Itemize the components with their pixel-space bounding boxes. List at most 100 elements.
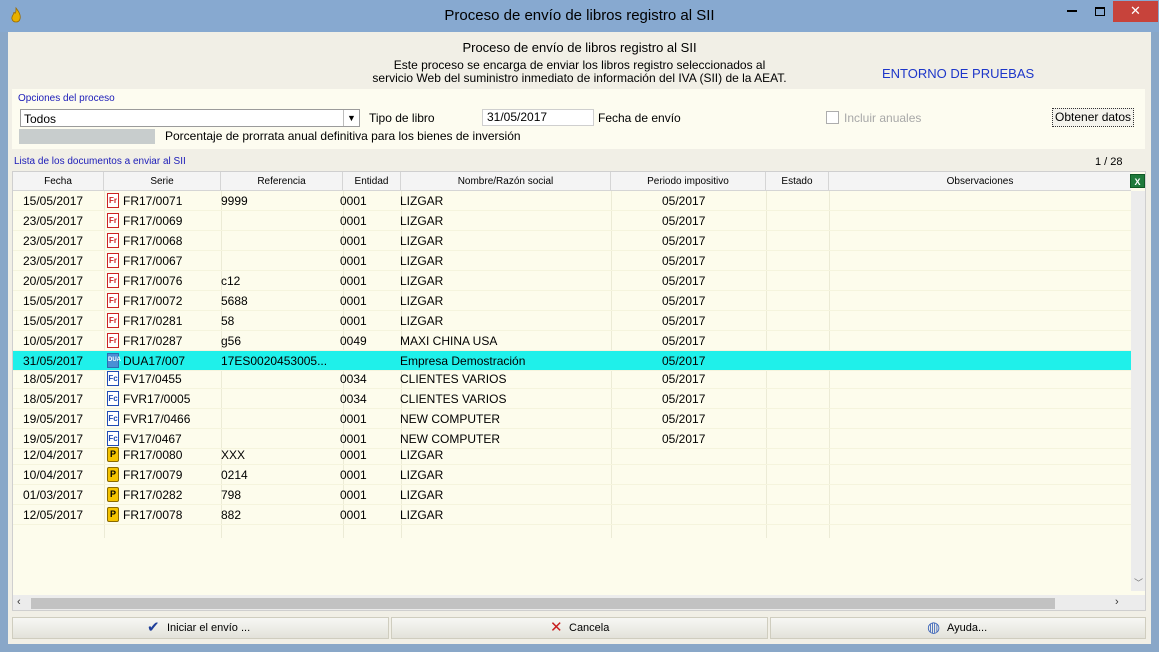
scroll-left-icon[interactable]: ‹ — [17, 596, 21, 608]
scroll-down-icon[interactable]: ﹀ — [1131, 576, 1145, 589]
cell-periodo: 05/2017 — [662, 234, 706, 248]
cell-referencia: 882 — [221, 508, 242, 522]
fetch-data-button[interactable]: Obtener datos — [1052, 108, 1135, 127]
received-invoice-icon: Fr — [107, 273, 119, 288]
column-header-estado[interactable]: Estado — [766, 172, 829, 191]
table-row[interactable]: 15/05/2017 FR17/0072 5688 0001 LIZGAR 05/2017… — [13, 291, 1131, 311]
horizontal-scroll-thumb[interactable] — [31, 598, 1055, 609]
received-invoice-icon: Fr — [107, 333, 119, 348]
table-row[interactable]: 23/05/2017 FR17/0067 0001 LIZGAR 05/2017 Fr — [13, 251, 1131, 271]
minimize-button[interactable] — [1058, 1, 1085, 22]
help-button[interactable]: ◍ Ayuda... — [770, 617, 1146, 639]
cell-entidad: 0001 — [340, 314, 367, 328]
issued-invoice-icon: Fc — [107, 371, 119, 386]
table-row[interactable]: 01/03/2017 FR17/0282 798 0001 LIZGAR P — [13, 485, 1131, 505]
received-invoice-icon: Fr — [107, 233, 119, 248]
maximize-icon — [1094, 7, 1105, 16]
table-row[interactable]: 10/04/2017 FR17/0079 0214 0001 LIZGAR P — [13, 465, 1131, 485]
scroll-right-icon[interactable]: › — [1115, 596, 1119, 608]
table-row[interactable]: 20/05/2017 FR17/0076 c12 0001 LIZGAR 05/2017 F… — [13, 271, 1131, 291]
cell-serie: FR17/0078 — [123, 508, 183, 522]
maximize-button[interactable] — [1086, 1, 1113, 22]
column-header-referencia[interactable]: Referencia — [221, 172, 343, 191]
cell-fecha: 23/05/2017 — [23, 234, 84, 248]
page-indicator: 1 / 28 — [1095, 156, 1123, 168]
table-row[interactable]: 23/05/2017 FR17/0069 0001 LIZGAR 05/2017 Fr — [13, 211, 1131, 231]
cell-serie: FR17/0069 — [123, 214, 183, 228]
table-row[interactable]: 15/05/2017 FR17/0071 9999 0001 LIZGAR 05/2017… — [13, 191, 1131, 211]
dua-document-icon: DUA — [107, 353, 121, 368]
cell-nombre: LIZGAR — [400, 294, 444, 308]
help-icon: ◍ — [927, 619, 941, 636]
cell-periodo — [662, 468, 762, 484]
chevron-down-icon[interactable]: ▼ — [343, 110, 359, 126]
cell-referencia — [221, 392, 339, 408]
cell-periodo: 05/2017 — [662, 354, 706, 368]
include-annual-checkbox[interactable] — [826, 111, 839, 124]
cell-referencia: XXX — [221, 448, 246, 462]
table-row[interactable]: 12/04/2017 FR17/0080 XXX 0001 LIZGAR P — [13, 445, 1131, 465]
table-row[interactable]: 15/05/2017 FR17/0281 58 0001 LIZGAR 05/2017 Fr — [13, 311, 1131, 331]
cell-serie: FR17/0067 — [123, 254, 183, 268]
cell-nombre: LIZGAR — [400, 194, 444, 208]
received-invoice-icon: Fr — [107, 293, 119, 308]
column-header-fecha[interactable]: Fecha — [13, 172, 104, 191]
process-title: Proceso de envío de libros registro al S… — [462, 40, 697, 55]
cell-fecha: 10/05/2017 — [23, 334, 84, 348]
cell-serie: FR17/0080 — [123, 448, 183, 462]
close-icon: ✕ — [1130, 3, 1141, 18]
prorrata-label: Porcentaje de prorrata anual definitiva … — [165, 129, 521, 143]
environment-label: ENTORNO DE PRUEBAS — [882, 66, 1035, 81]
cell-nombre: CLIENTES VARIOS — [400, 372, 507, 386]
cell-nombre: LIZGAR — [400, 314, 444, 328]
table-row[interactable]: 19/05/2017 FVR17/0466 0001 NEW COMPUTER 05/2… — [13, 409, 1131, 429]
cell-periodo: 05/2017 — [662, 294, 706, 308]
excel-export-icon[interactable]: X — [1130, 174, 1145, 188]
cell-fecha: 19/05/2017 — [23, 412, 84, 426]
column-header-entidad[interactable]: Entidad — [343, 172, 401, 191]
horizontal-scrollbar[interactable]: ‹ › — [13, 595, 1145, 610]
issued-invoice-icon: Fc — [107, 431, 119, 446]
cell-entidad: 0001 — [340, 254, 367, 268]
cell-serie: FVR17/0466 — [123, 412, 191, 426]
cell-periodo — [662, 448, 762, 464]
book-type-label: Tipo de libro — [369, 111, 435, 125]
column-header-observaciones[interactable]: Observaciones — [829, 172, 1131, 191]
title-bar[interactable]: Proceso de envío de libros registro al S… — [0, 0, 1159, 32]
cell-fecha: 15/05/2017 — [23, 294, 84, 308]
start-send-button[interactable]: ✔ Iniciar el envío ... — [12, 617, 389, 639]
cell-entidad: 0001 — [340, 194, 367, 208]
prorrata-field[interactable] — [19, 129, 155, 144]
received-invoice-icon: Fr — [107, 313, 119, 328]
close-button[interactable]: ✕ — [1113, 1, 1158, 22]
table-row[interactable]: 18/05/2017 FV17/0455 0034 CLIENTES VARIOS 05… — [13, 369, 1131, 389]
cell-entidad: 0001 — [340, 488, 367, 502]
dialog-body: Proceso de envío de libros registro al S… — [8, 32, 1151, 644]
send-date-input[interactable]: 31/05/2017 — [482, 109, 594, 126]
cell-serie: FR17/0281 — [123, 314, 183, 328]
column-header-nombre[interactable]: Nombre/Razón social — [401, 172, 611, 191]
book-type-select[interactable]: Todos ▼ — [20, 109, 360, 127]
cell-entidad: 0001 — [340, 448, 367, 462]
cell-periodo: 05/2017 — [662, 314, 706, 328]
table-row[interactable]: 23/05/2017 FR17/0068 0001 LIZGAR 05/2017 Fr — [13, 231, 1131, 251]
table-row[interactable]: 12/05/2017 FR17/0078 882 0001 LIZGAR P — [13, 505, 1131, 525]
vertical-scrollbar[interactable]: ﹀ — [1131, 191, 1145, 591]
grid-column-headers: Fecha Serie Referencia Entidad Nombre/Ra… — [13, 172, 1131, 191]
documents-grid[interactable]: Fecha Serie Referencia Entidad Nombre/Ra… — [12, 171, 1146, 611]
cancel-button[interactable]: ✕ Cancela — [391, 617, 768, 639]
table-row-selected[interactable]: 31/05/2017 DUA17/007 17ES0020453005... Empr… — [13, 351, 1135, 371]
cell-fecha: 20/05/2017 — [23, 274, 84, 288]
column-header-periodo[interactable]: Periodo impositivo — [611, 172, 766, 191]
cell-nombre: LIZGAR — [400, 274, 444, 288]
pending-document-icon: P — [107, 507, 119, 522]
cell-serie: FR17/0076 — [123, 274, 183, 288]
cell-nombre: LIZGAR — [400, 468, 444, 482]
table-row[interactable]: 18/05/2017 FVR17/0005 0034 CLIENTES VARIOS 0… — [13, 389, 1131, 409]
include-annual-label: Incluir anuales — [844, 111, 922, 125]
cell-serie: FR17/0282 — [123, 488, 183, 502]
column-header-serie[interactable]: Serie — [104, 172, 221, 191]
cell-fecha: 15/05/2017 — [23, 194, 84, 208]
table-row[interactable]: 10/05/2017 FR17/0287 g56 0049 MAXI CHINA USA… — [13, 331, 1131, 351]
cell-fecha: 15/05/2017 — [23, 314, 84, 328]
